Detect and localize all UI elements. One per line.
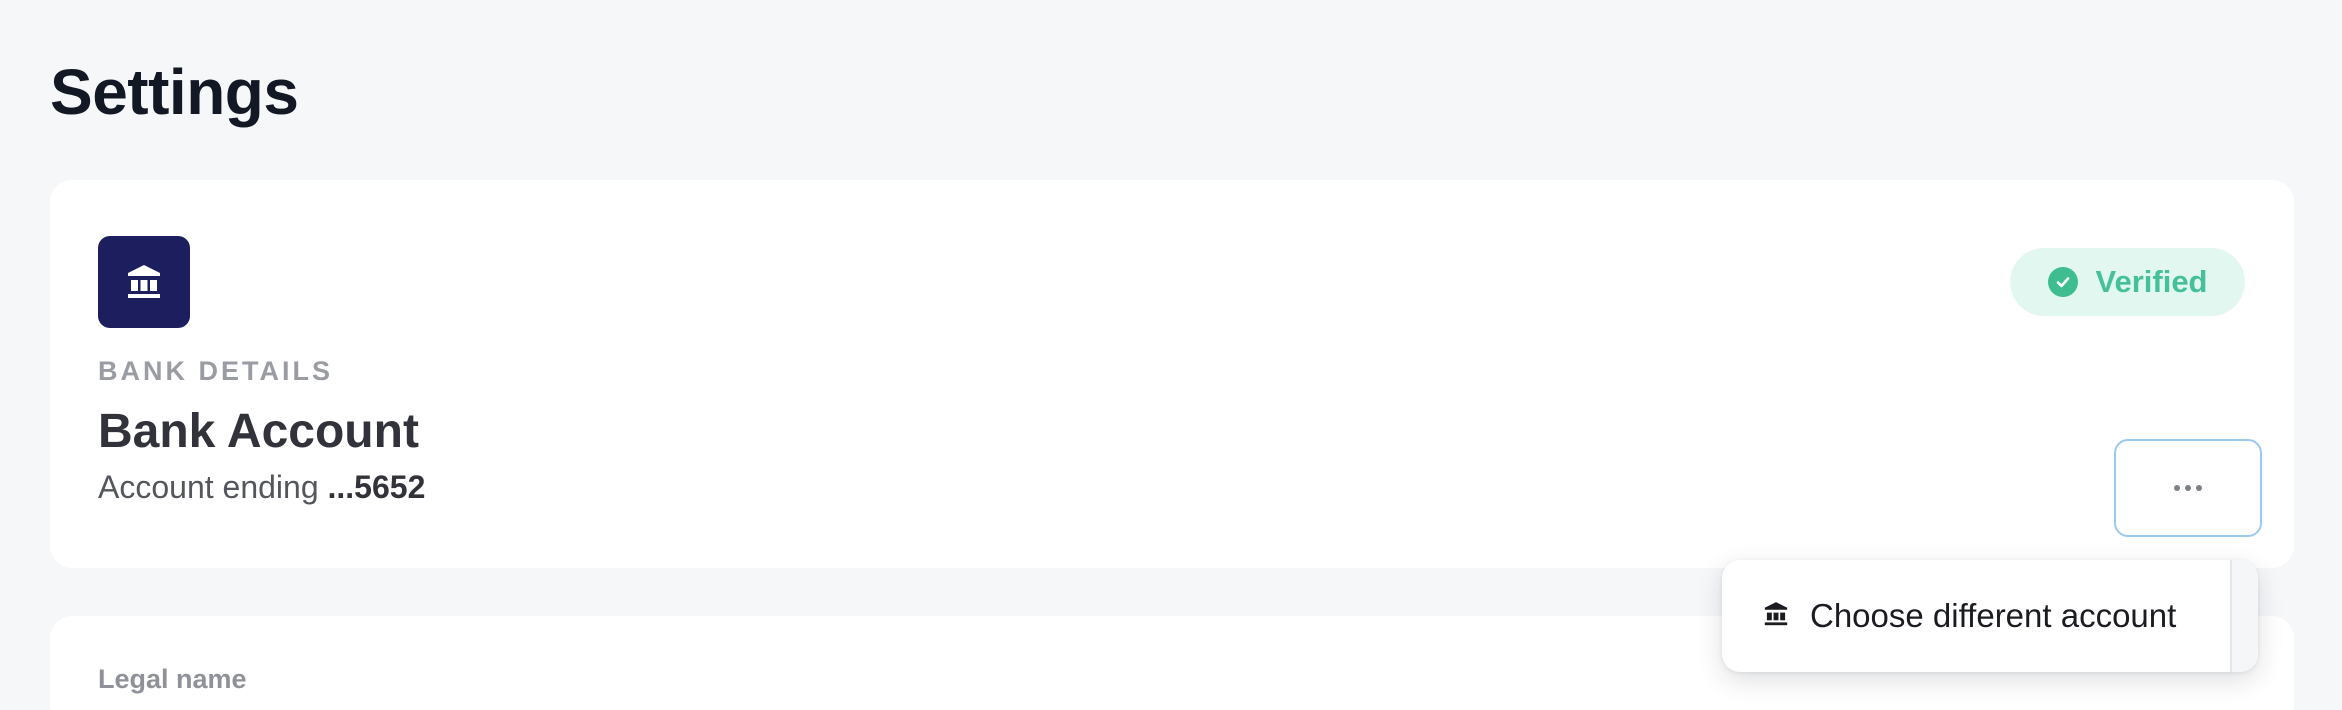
- bank-details-card: BANK DETAILS Bank Account Account ending…: [50, 180, 2294, 568]
- more-options-button[interactable]: [2114, 439, 2262, 537]
- settings-page: Settings BANK DETAILS Bank Account Accou…: [0, 0, 2342, 710]
- bank-account-title: Bank Account: [98, 405, 419, 458]
- verified-label: Verified: [2095, 264, 2208, 299]
- more-options-menu: Choose different account: [1722, 560, 2258, 672]
- account-ending-text: Account ending ...5652: [98, 466, 425, 508]
- verified-status-badge: Verified: [2010, 248, 2245, 316]
- account-ending-label: Account ending: [98, 469, 328, 505]
- legal-name-label: Legal name: [98, 664, 247, 694]
- check-circle-icon: [2047, 267, 2078, 297]
- bank-icon: [98, 236, 190, 328]
- page-title: Settings: [50, 56, 299, 128]
- more-horizontal-icon: [2174, 485, 2202, 491]
- menu-item-choose-different-account[interactable]: Choose different account: [1722, 560, 2230, 672]
- menu-scrollbar[interactable]: [2230, 560, 2258, 672]
- bank-icon: [1762, 600, 1790, 633]
- section-label: BANK DETAILS: [98, 356, 333, 386]
- account-last4: ...5652: [327, 469, 426, 505]
- menu-item-label: Choose different account: [1810, 597, 2177, 634]
